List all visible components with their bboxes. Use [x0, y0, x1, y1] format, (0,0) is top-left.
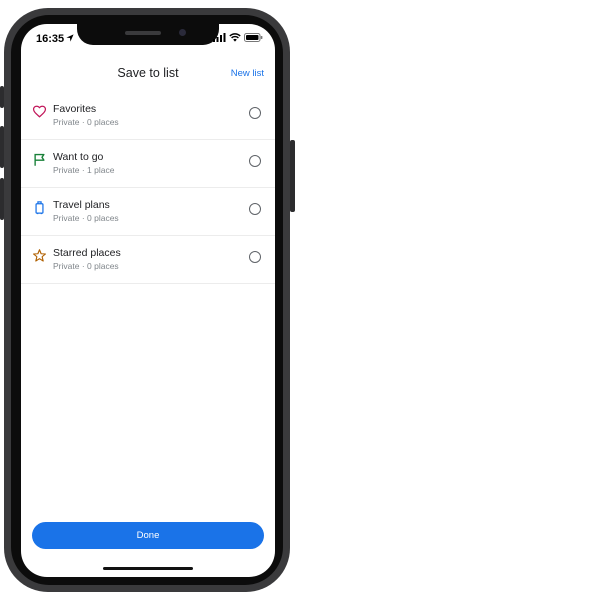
- radio-button[interactable]: [249, 251, 261, 263]
- list-item-name: Want to go: [53, 151, 104, 163]
- list-item-name: Favorites: [53, 103, 97, 115]
- list-item-favorites[interactable]: Favorites Private · 0 places: [21, 92, 275, 140]
- list-item-meta: Private · 1 place: [53, 165, 115, 175]
- suitcase-icon: [35, 201, 44, 215]
- battery-icon: [244, 33, 263, 42]
- radio-button[interactable]: [249, 203, 261, 215]
- home-indicator[interactable]: [103, 567, 193, 570]
- list-item-travel-plans[interactable]: Travel plans Private · 0 places: [21, 188, 275, 236]
- radio-button[interactable]: [249, 107, 261, 119]
- heart-icon: [32, 105, 47, 118]
- list-item-name: Travel plans: [53, 199, 110, 211]
- cellular-signal-icon: [213, 33, 226, 42]
- flag-icon: [34, 153, 45, 166]
- status-time: 16:35: [36, 33, 65, 45]
- list-item-starred-places[interactable]: Starred places Private · 0 places: [21, 236, 275, 284]
- status-icons: [213, 33, 263, 42]
- list-item-meta: Private · 0 places: [53, 117, 119, 127]
- power-button: [290, 140, 295, 212]
- volume-up-button: [0, 126, 4, 168]
- notch: [77, 24, 219, 45]
- saved-lists: Favorites Private · 0 places Want to go …: [21, 92, 275, 284]
- phone-screen: 16:35 Save to list New list Favorites Pr…: [21, 24, 275, 577]
- speaker: [125, 31, 161, 35]
- radio-button[interactable]: [249, 155, 261, 167]
- done-button[interactable]: Done: [32, 522, 264, 549]
- location-arrow-icon: [66, 34, 74, 42]
- new-list-button[interactable]: New list: [231, 68, 264, 79]
- star-icon: [33, 249, 46, 262]
- camera: [179, 29, 186, 36]
- list-item-meta: Private · 0 places: [53, 261, 119, 271]
- list-item-want-to-go[interactable]: Want to go Private · 1 place: [21, 140, 275, 188]
- wifi-icon: [229, 33, 241, 42]
- silent-switch: [0, 86, 4, 108]
- volume-down-button: [0, 178, 4, 220]
- list-item-name: Starred places: [53, 247, 121, 259]
- list-item-meta: Private · 0 places: [53, 213, 119, 223]
